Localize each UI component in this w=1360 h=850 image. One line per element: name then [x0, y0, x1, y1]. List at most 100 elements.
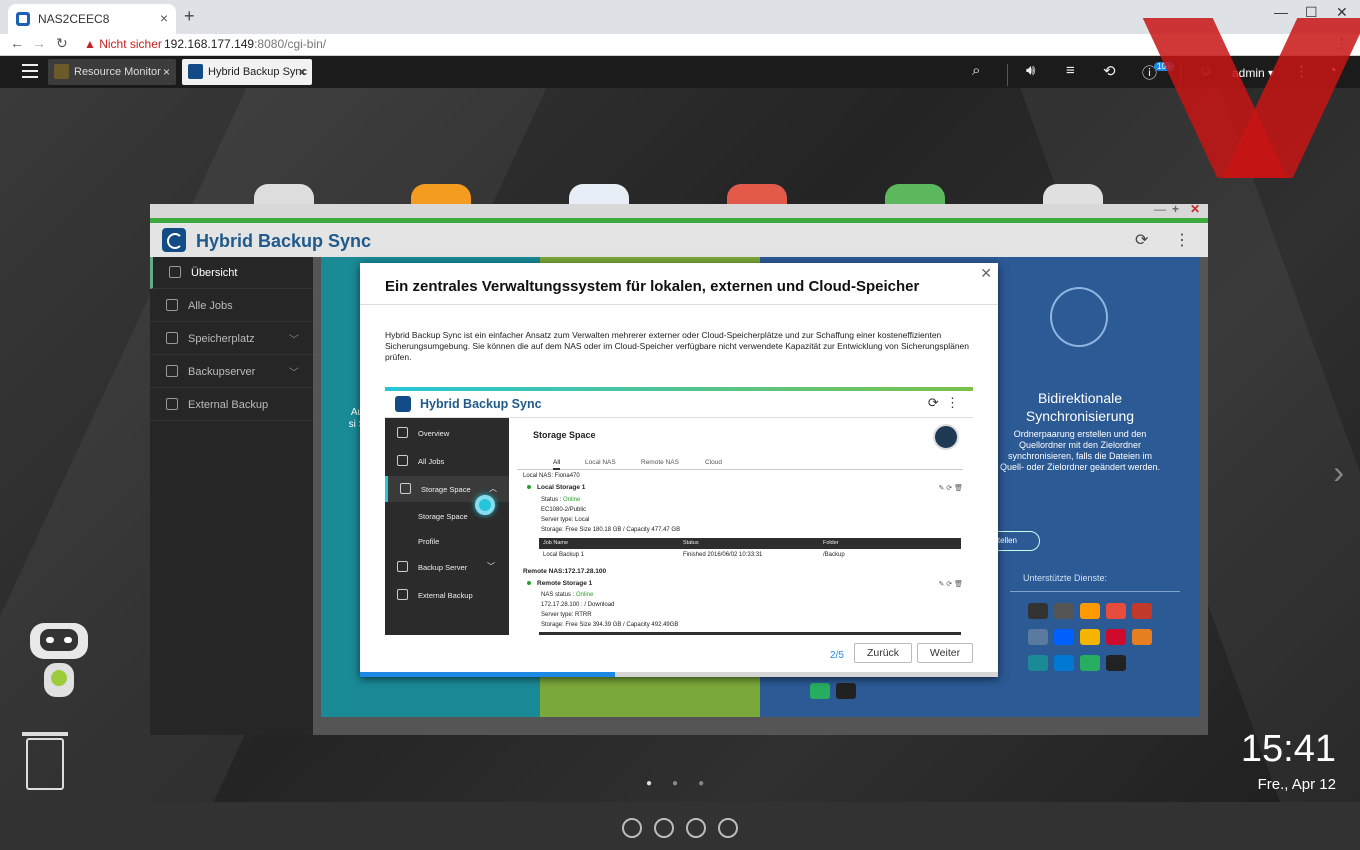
- stack-icon[interactable]: ≡: [1066, 62, 1075, 79]
- security-warning[interactable]: ▲ Nicht sicher: [84, 37, 162, 51]
- browser-tab[interactable]: NAS2CEEC8 ×: [8, 4, 176, 34]
- cloud-icon[interactable]: [622, 818, 642, 838]
- tab-hybrid-backup-sync[interactable]: Hybrid Backup Sync ×: [182, 59, 312, 85]
- trash-icon[interactable]: [22, 732, 68, 790]
- chevron-down-icon: ﹀: [289, 368, 299, 379]
- sidebar-item-storage[interactable]: Speicherplatz ﹀: [150, 323, 313, 355]
- external-drive-icon: [166, 398, 178, 410]
- sidebar-item-external-backup[interactable]: External Backup: [150, 389, 313, 421]
- screenshot-content: Storage Space All Local NAS Remote NAS C…: [509, 418, 973, 635]
- service-icon: [1106, 655, 1126, 671]
- column-header: Status: [683, 540, 699, 546]
- table-header: Job Name Status Folder: [539, 538, 961, 549]
- service-icon: [1132, 603, 1152, 619]
- status-dot-icon: [527, 485, 531, 489]
- sidebar-item-label: Alle Jobs: [188, 300, 233, 312]
- sidebar: Übersicht Alle Jobs Speicherplatz ﹀ Backu…: [150, 257, 313, 735]
- local-status: Status : Online: [541, 497, 580, 503]
- server-icon: [166, 365, 178, 377]
- list-item-label: All Jobs: [418, 457, 445, 466]
- status-value: Online: [576, 592, 594, 598]
- sidebar-item-backup-server[interactable]: Backupserver ﹀: [150, 356, 313, 388]
- sync-description: Ordnerpaarung erstellen und den Quellord…: [999, 429, 1161, 472]
- sidebar-item-label: Übersicht: [191, 267, 238, 279]
- local-nas-header: Local NAS: Fiona470: [523, 473, 580, 479]
- tab-resource-monitor[interactable]: Resource Monitor ×: [48, 59, 176, 85]
- table-cell: Local Backup 1: [543, 552, 585, 558]
- tab-label: Local NAS: [585, 459, 616, 466]
- service-icon: [1054, 603, 1074, 619]
- minimize-icon[interactable]: —: [1154, 202, 1166, 216]
- window-header: Hybrid Backup Sync ⟳ ⋮: [150, 223, 1208, 257]
- volume-icon[interactable]: 🔊︎: [1026, 62, 1035, 79]
- forward-icon[interactable]: →: [32, 35, 46, 51]
- search-icon[interactable]: ⌕: [972, 62, 980, 79]
- main-menu-icon[interactable]: [22, 64, 38, 78]
- table-cell: /Backup: [823, 552, 845, 558]
- maximize-icon[interactable]: +: [1172, 202, 1179, 216]
- url-field[interactable]: 192.168.177.149:8080/cgi-bin/: [164, 37, 326, 51]
- robot-eye: [46, 637, 54, 643]
- list-item-label: Backup Server: [418, 563, 468, 572]
- more-icon[interactable]: ⋮: [1174, 230, 1190, 250]
- close-icon[interactable]: ×: [299, 65, 306, 79]
- modal-footer: 2/5 Zurück Weiter: [360, 635, 998, 677]
- column-header: Job Name: [543, 540, 569, 546]
- tab-label: Hybrid Backup Sync: [208, 66, 308, 78]
- overview-icon: [397, 427, 408, 438]
- page-indicator[interactable]: ●●●: [646, 778, 724, 789]
- remote-status: NAS status : Online: [541, 592, 593, 598]
- edit-icon[interactable]: [718, 818, 738, 838]
- close-icon[interactable]: ✕: [980, 265, 992, 282]
- qts-taskbar: Resource Monitor × Hybrid Backup Sync × …: [0, 56, 1360, 88]
- nas-favicon-icon: [16, 12, 30, 26]
- refresh-icon[interactable]: ⟳: [1135, 230, 1148, 250]
- close-tab-icon[interactable]: ×: [160, 10, 168, 26]
- back-icon[interactable]: ←: [10, 35, 24, 51]
- divider: [1010, 591, 1180, 592]
- refresh-more-icon: ⟳ ⋮: [927, 395, 959, 410]
- close-icon[interactable]: ✕: [1190, 202, 1200, 216]
- sidebar-item-overview[interactable]: Übersicht: [150, 257, 313, 289]
- divider: [360, 304, 998, 305]
- remote-storage-info: Storage: Free Size 394.39 GB / Capacity …: [541, 622, 679, 628]
- window-titlebar: — + ✕: [150, 202, 1208, 218]
- qboost-robot-icon[interactable]: [26, 623, 92, 707]
- robot-eye: [64, 637, 72, 643]
- external-drive-icon: [397, 589, 408, 600]
- tab-label: Resource Monitor: [74, 66, 161, 78]
- sidebar-item-all-jobs[interactable]: Alle Jobs: [150, 290, 313, 322]
- remote-storage-label: Remote Storage 1: [537, 580, 593, 587]
- tools-icon[interactable]: [654, 818, 674, 838]
- reload-icon[interactable]: ↻: [56, 35, 68, 52]
- columns-icon[interactable]: [686, 818, 706, 838]
- status-label: NAS status :: [541, 592, 577, 598]
- table-cell: Finished 2016/06/02 10:33:31: [683, 552, 763, 558]
- sync-icon[interactable]: ⟲: [1103, 62, 1116, 80]
- minimize-icon[interactable]: —: [1274, 4, 1288, 20]
- next-button[interactable]: Weiter: [917, 643, 973, 663]
- sidebar-item-label: External Backup: [188, 399, 269, 411]
- local-storage-label: Local Storage 1: [537, 484, 586, 491]
- next-page-arrow-icon[interactable]: ›: [1333, 454, 1344, 491]
- sidebar-item-label: Speicherplatz: [188, 333, 255, 345]
- screenshot-header: Hybrid Backup Sync ⟳ ⋮: [385, 391, 973, 418]
- page-dot-active[interactable]: ●: [646, 778, 672, 789]
- close-icon[interactable]: ×: [163, 65, 170, 79]
- robot-orb: [51, 670, 67, 686]
- chevron-down-icon: ﹀: [289, 335, 299, 346]
- list-item: Profile: [385, 528, 509, 554]
- overview-icon: [169, 266, 181, 278]
- jobs-icon: [397, 455, 408, 466]
- service-icon: [1132, 629, 1152, 645]
- tab-label: Cloud: [705, 459, 722, 466]
- amazon-icon: [1080, 603, 1100, 619]
- modal-title: Ein zentrales Verwaltungssystem für loka…: [385, 278, 920, 295]
- service-icon: [1106, 603, 1126, 619]
- new-tab-button[interactable]: +: [184, 6, 195, 27]
- local-storage-info: Storage: Free Size 180.18 GB / Capacity …: [541, 527, 681, 533]
- divider: [1007, 64, 1008, 86]
- robot-face: [40, 629, 78, 651]
- service-icon: [810, 683, 830, 699]
- back-button[interactable]: Zurück: [854, 643, 912, 663]
